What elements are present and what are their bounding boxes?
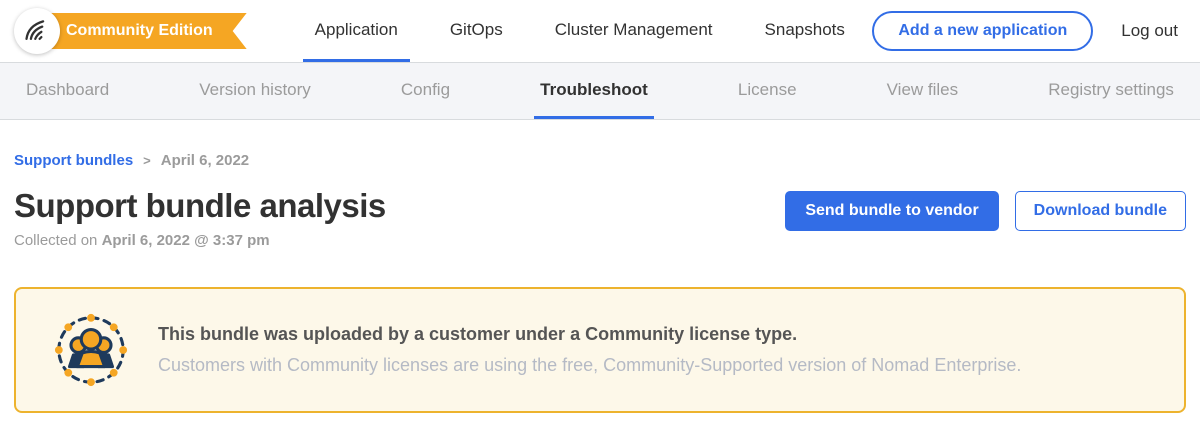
- collected-date: April 6, 2022 @ 3:37 pm: [102, 232, 270, 249]
- collected-timestamp: Collected on April 6, 2022 @ 3:37 pm: [14, 232, 386, 249]
- send-bundle-to-vendor-button[interactable]: Send bundle to vendor: [785, 191, 998, 231]
- replicated-logo-icon[interactable]: [14, 8, 60, 54]
- top-navigation: Application GitOps Cluster Management Sn…: [289, 0, 871, 62]
- header-right: Add a new application Log out: [872, 11, 1200, 51]
- title-block: Support bundle analysis Collected on Apr…: [14, 187, 386, 249]
- title-row: Support bundle analysis Collected on Apr…: [14, 187, 1186, 249]
- subtab-dashboard[interactable]: Dashboard: [20, 63, 115, 119]
- add-application-button[interactable]: Add a new application: [872, 11, 1093, 51]
- tab-snapshots[interactable]: Snapshots: [753, 0, 857, 62]
- subtab-version-history[interactable]: Version history: [193, 63, 317, 119]
- page-title: Support bundle analysis: [14, 187, 386, 225]
- subtab-registry-settings[interactable]: Registry settings: [1042, 63, 1180, 119]
- app-sub-navigation: Dashboard Version history Config Trouble…: [0, 62, 1200, 120]
- top-header: Community Edition Application GitOps Clu…: [0, 0, 1200, 62]
- logo-glyph: [23, 17, 51, 45]
- breadcrumb: Support bundles > April 6, 2022: [14, 152, 1186, 169]
- alert-description: Customers with Community licenses are us…: [158, 355, 1021, 376]
- tab-application[interactable]: Application: [303, 0, 410, 62]
- alert-title: This bundle was uploaded by a customer u…: [158, 324, 1021, 345]
- subtab-troubleshoot[interactable]: Troubleshoot: [534, 63, 654, 119]
- community-license-alert: This bundle was uploaded by a customer u…: [14, 287, 1186, 413]
- subtab-license[interactable]: License: [732, 63, 803, 119]
- main-content: Support bundles > April 6, 2022 Support …: [0, 152, 1200, 413]
- collected-prefix: Collected on: [14, 232, 102, 249]
- bundle-actions: Send bundle to vendor Download bundle: [785, 191, 1186, 231]
- download-bundle-button[interactable]: Download bundle: [1015, 191, 1186, 231]
- tab-cluster-management[interactable]: Cluster Management: [543, 0, 725, 62]
- subtab-config[interactable]: Config: [395, 63, 456, 119]
- logout-link[interactable]: Log out: [1121, 21, 1178, 41]
- subtab-view-files[interactable]: View files: [881, 63, 965, 119]
- brand: Community Edition: [14, 8, 247, 54]
- breadcrumb-support-bundles-link[interactable]: Support bundles: [14, 152, 133, 169]
- breadcrumb-separator: >: [143, 153, 151, 168]
- tab-gitops[interactable]: GitOps: [438, 0, 515, 62]
- community-people-icon: [52, 311, 130, 389]
- community-edition-badge: Community Edition: [44, 13, 247, 49]
- alert-text: This bundle was uploaded by a customer u…: [158, 324, 1021, 376]
- breadcrumb-current: April 6, 2022: [161, 152, 249, 169]
